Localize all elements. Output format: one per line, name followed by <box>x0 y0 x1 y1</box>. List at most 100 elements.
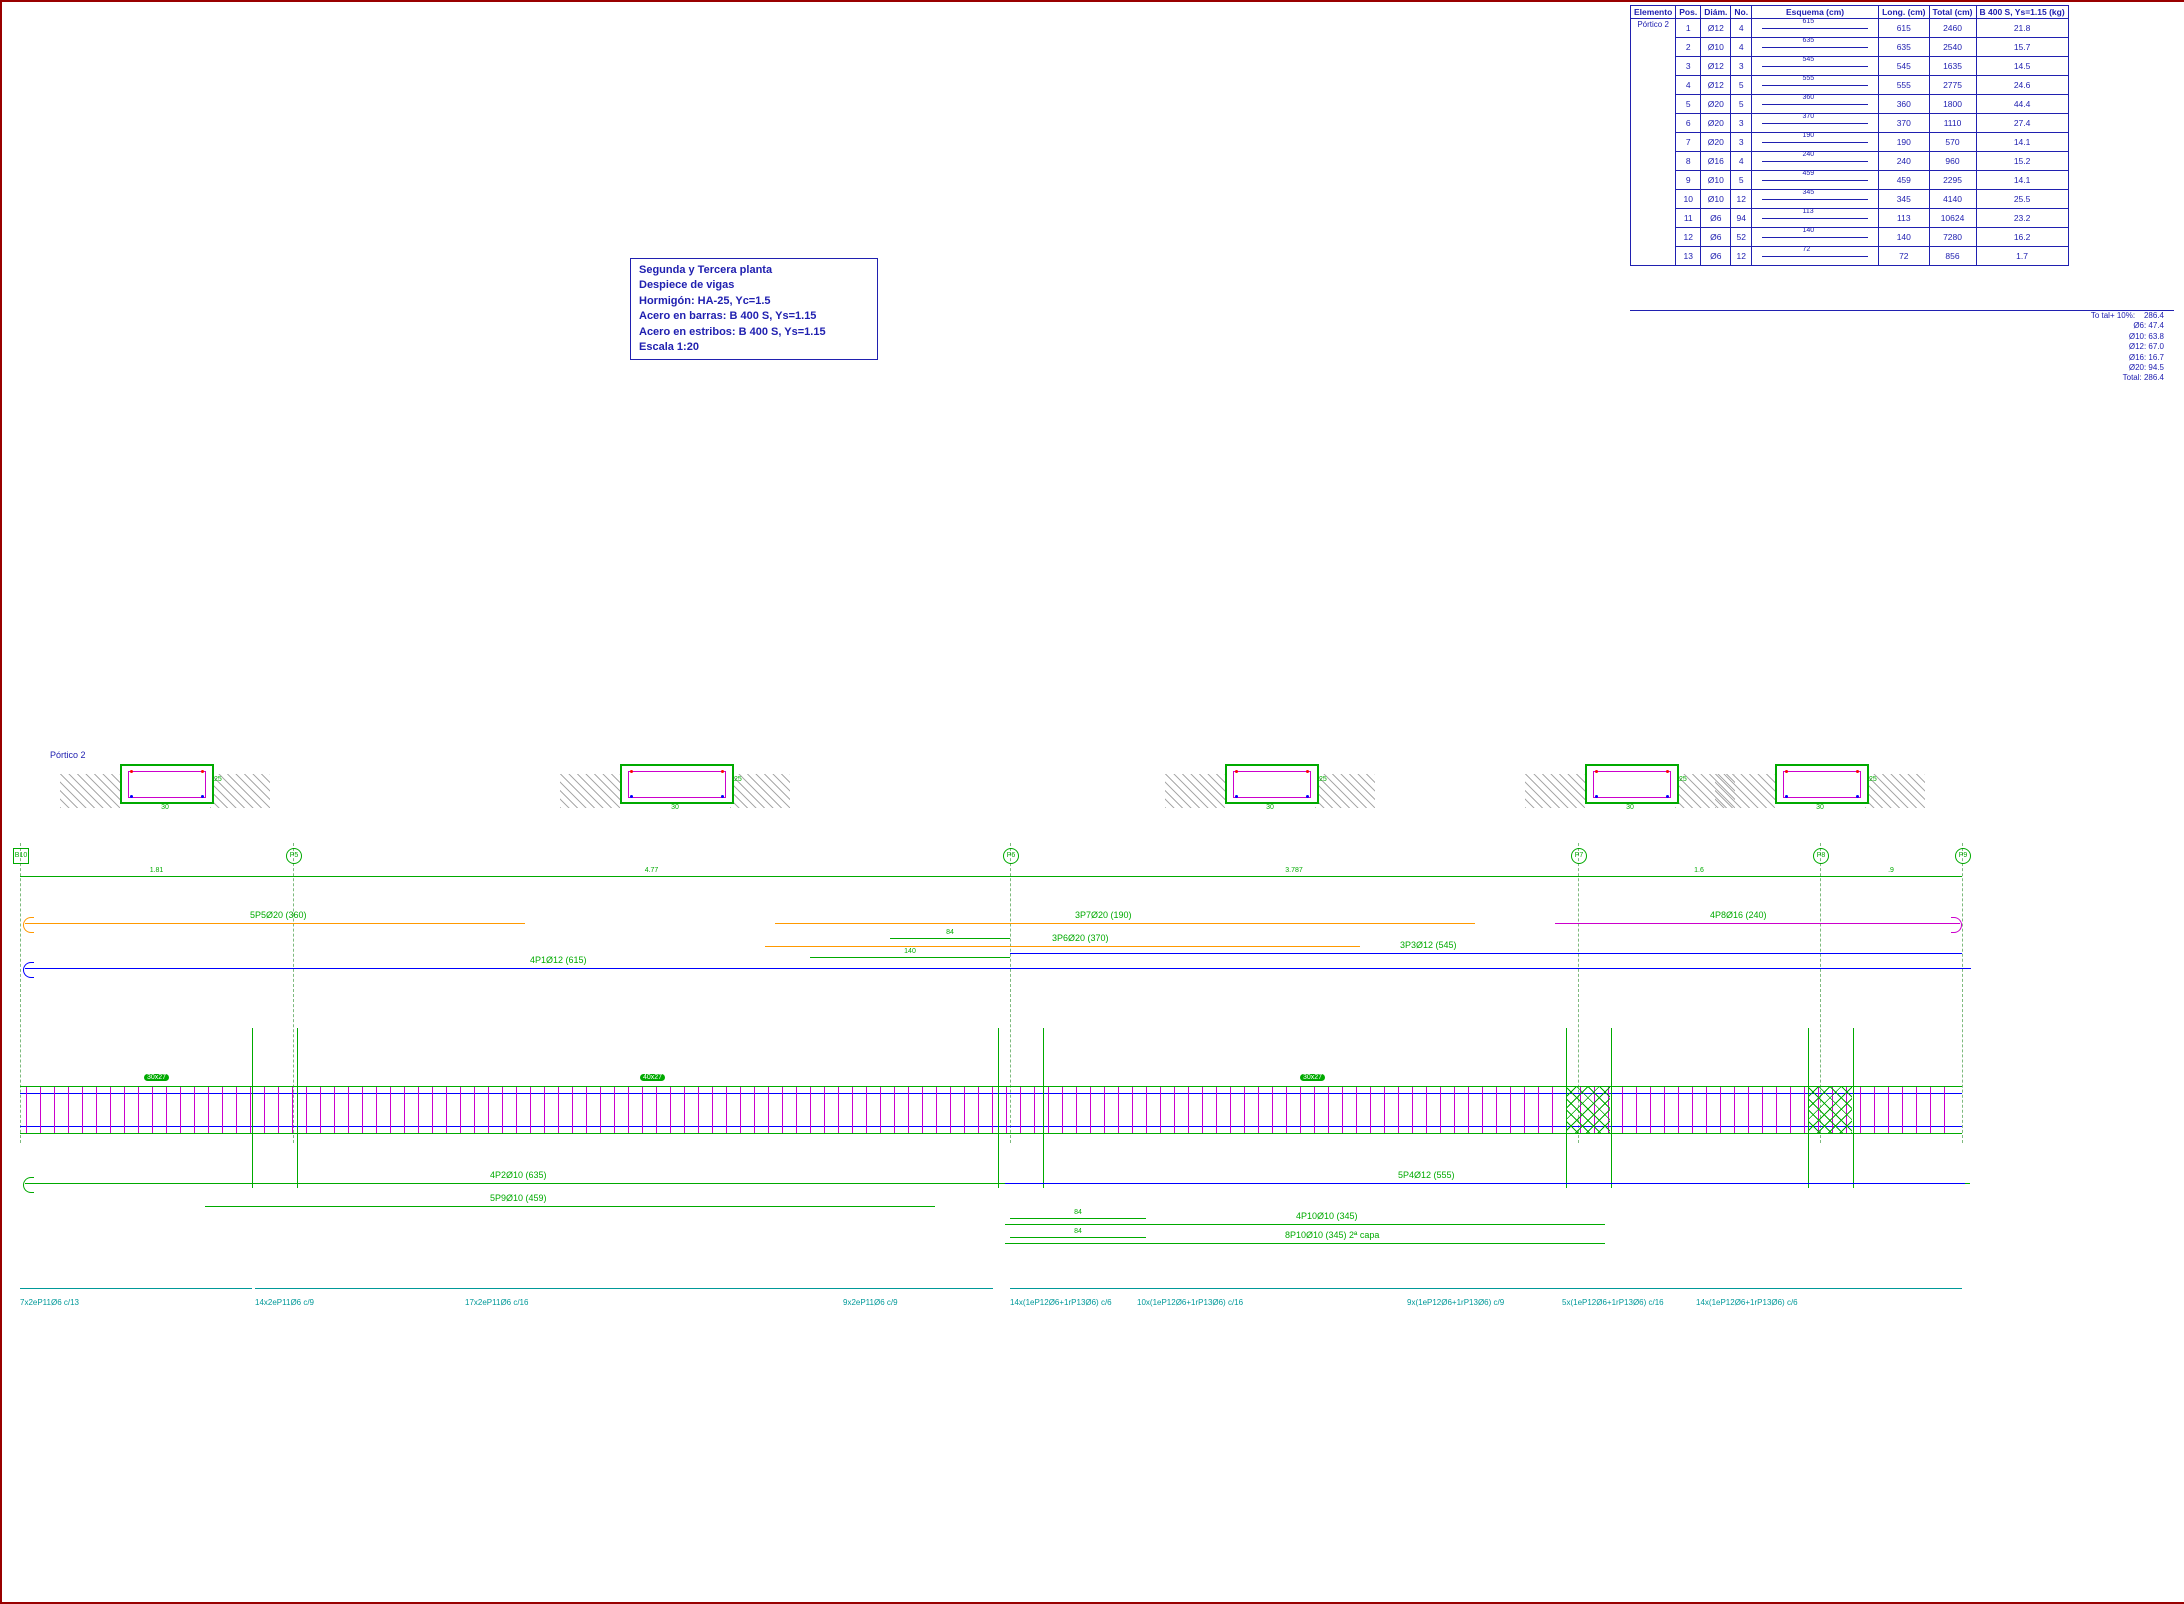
stirrup <box>964 1087 965 1133</box>
stirrup <box>992 1087 993 1133</box>
stirrup <box>40 1087 41 1133</box>
stirrup-zone-line <box>843 1288 993 1289</box>
stirrup-zone-note: 14x(1eP12Ø6+1rP13Ø6) c/6 <box>1696 1298 1962 1307</box>
rebar <box>1555 923 1960 924</box>
table-row: 7Ø20319019057014.1 <box>1631 133 2069 152</box>
info-line: Hormigón: HA-25, Yc=1.5 <box>639 294 869 309</box>
stirrup <box>1874 1087 1875 1133</box>
lap-value: 84 <box>1010 1228 1146 1235</box>
section-box <box>1585 764 1679 804</box>
td-diam: Ø20 <box>1701 114 1731 133</box>
td-diam: Ø12 <box>1701 19 1731 38</box>
stirrup-zone-line <box>20 1288 252 1289</box>
td-no: 12 <box>1731 247 1752 266</box>
stirrup <box>474 1087 475 1133</box>
support-marker: P8 <box>1813 848 1829 864</box>
beam-inner-bot <box>20 1126 1962 1127</box>
rebar-label: 3P7Ø20 (190) <box>1075 910 1132 920</box>
td-pos: 7 <box>1676 133 1701 152</box>
stirrup <box>194 1087 195 1133</box>
stirrup <box>950 1087 951 1133</box>
section-box <box>1775 764 1869 804</box>
title-block: Segunda y Tercera planta Despiece de vig… <box>630 258 878 360</box>
axis-guide <box>1962 843 1963 1143</box>
stirrup <box>334 1087 335 1133</box>
hatch <box>1165 774 1225 808</box>
cross-section: 3025 <box>1715 764 1809 814</box>
th-element: Elemento <box>1631 6 1676 19</box>
dim-label: 30 <box>1775 804 1865 811</box>
support-marker: P6 <box>1003 848 1019 864</box>
td-no: 5 <box>1731 95 1752 114</box>
dim-value: 3.787 <box>1010 867 1578 874</box>
rebar-label: 5P9Ø10 (459) <box>490 1193 547 1203</box>
stirrup <box>586 1087 587 1133</box>
stirrup <box>908 1087 909 1133</box>
totals-row: Ø10: 63.8 <box>2091 332 2164 342</box>
td-pos: 4 <box>1676 76 1701 95</box>
info-line: Escala 1:20 <box>639 340 869 355</box>
stirrup-zone-line <box>1696 1288 1962 1289</box>
stirrup-zone-line <box>465 1288 843 1289</box>
stirrup <box>1776 1087 1777 1133</box>
dim-label: 25 <box>1679 776 1687 783</box>
stirrup <box>236 1087 237 1133</box>
td-no: 94 <box>1731 209 1752 228</box>
lap-value: 84 <box>1010 1209 1146 1216</box>
lap-marker: 84 <box>1010 1218 1146 1219</box>
stirrup <box>600 1087 601 1133</box>
td-val: 14.1 <box>1976 133 2068 152</box>
rebar <box>205 1206 935 1207</box>
stirrup <box>1062 1087 1063 1133</box>
stirrup <box>1048 1087 1049 1133</box>
stirrup <box>460 1087 461 1133</box>
td-val: 2540 <box>1929 38 1976 57</box>
td-val: 2460 <box>1929 19 1976 38</box>
stirrup <box>726 1087 727 1133</box>
stirrup <box>26 1087 27 1133</box>
beam-size-tag: 40x27 <box>640 1074 665 1081</box>
stirrup <box>544 1087 545 1133</box>
td-val: 370 <box>1879 114 1929 133</box>
dim-label: 25 <box>734 776 742 783</box>
td-schema: 240 <box>1752 152 1879 171</box>
hatch <box>60 774 120 808</box>
stirrup <box>1258 1087 1259 1133</box>
stirrup <box>1944 1087 1945 1133</box>
td-val: 555 <box>1879 76 1929 95</box>
stirrup <box>1916 1087 1917 1133</box>
dim-value: 1.6 <box>1578 867 1820 874</box>
td-no: 4 <box>1731 38 1752 57</box>
rebar-label: 8P10Ø10 (345) 2ª capa <box>1285 1230 1379 1240</box>
td-val: 570 <box>1929 133 1976 152</box>
stirrup <box>54 1087 55 1133</box>
rebar <box>25 968 1971 969</box>
beam-top-line <box>20 1086 1962 1087</box>
section-box <box>1225 764 1319 804</box>
stirrup <box>1160 1087 1161 1133</box>
td-element: Pórtico 2 <box>1631 19 1676 266</box>
stirrup <box>698 1087 699 1133</box>
stirrup <box>1188 1087 1189 1133</box>
beam-inner-top <box>20 1093 1962 1094</box>
td-diam: Ø10 <box>1701 38 1731 57</box>
stirrup <box>1496 1087 1497 1133</box>
td-val: 190 <box>1879 133 1929 152</box>
td-val: 360 <box>1879 95 1929 114</box>
info-line: Acero en estribos: B 400 S, Ys=1.15 <box>639 325 869 340</box>
td-pos: 9 <box>1676 171 1701 190</box>
stirrup <box>1678 1087 1679 1133</box>
stirrup <box>768 1087 769 1133</box>
beam-bot-line <box>20 1133 1962 1134</box>
column-intersection <box>998 1028 1044 1188</box>
table-row: 5Ø205360360180044.4 <box>1631 95 2069 114</box>
td-val: 44.4 <box>1976 95 2068 114</box>
stirrup <box>1216 1087 1217 1133</box>
stirrup <box>1930 1087 1931 1133</box>
cross-section: 3025 <box>60 764 154 814</box>
td-no: 3 <box>1731 57 1752 76</box>
stirrup <box>488 1087 489 1133</box>
td-val: 635 <box>1879 38 1929 57</box>
rebar <box>1010 953 1962 954</box>
dim-label: 25 <box>1319 776 1327 783</box>
